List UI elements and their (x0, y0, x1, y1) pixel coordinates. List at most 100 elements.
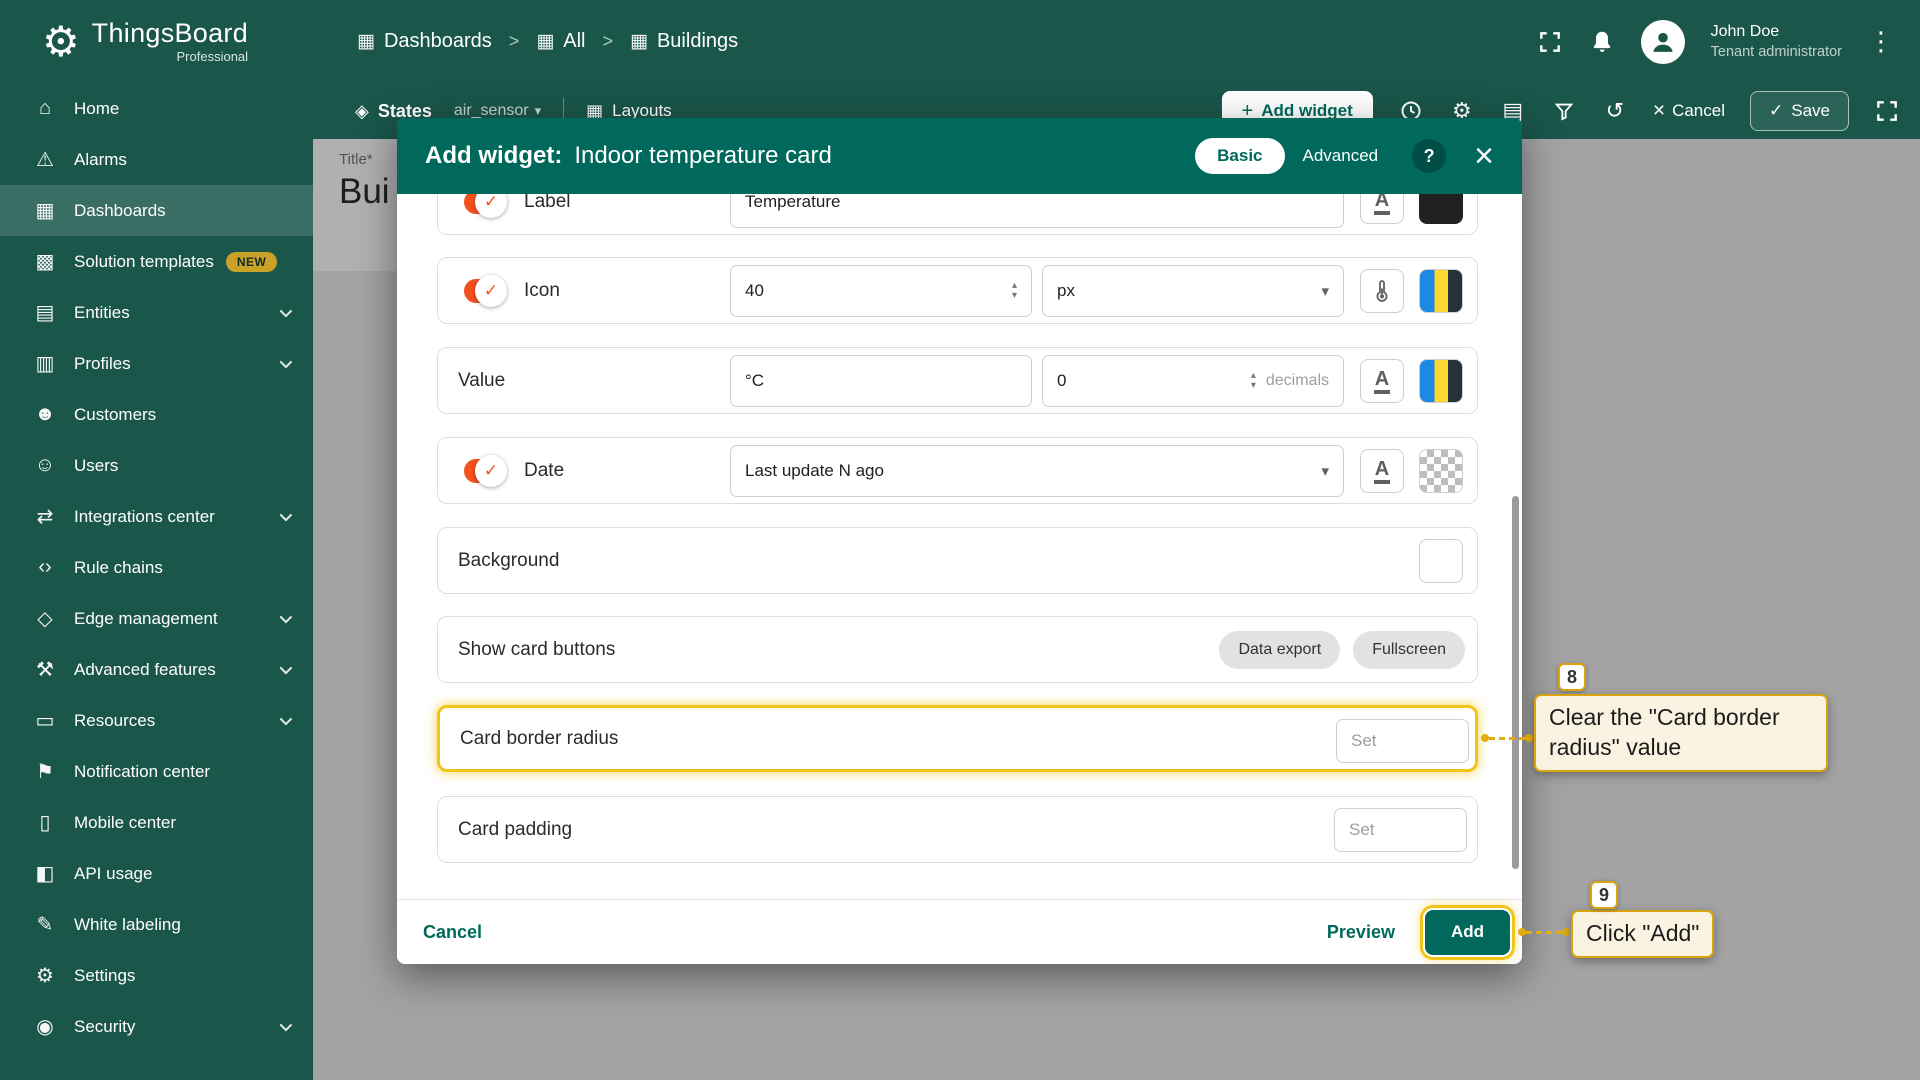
sidebar-item-customers[interactable]: ☻ Customers (0, 389, 313, 440)
user-role: Tenant administrator (1711, 43, 1842, 63)
date-format-select[interactable]: Last update N ago ▾ (730, 445, 1344, 497)
preview-button[interactable]: Preview (1327, 922, 1395, 943)
user-avatar[interactable] (1641, 20, 1685, 64)
notifications-bell-icon[interactable] (1589, 29, 1615, 55)
breadcrumb: ▦ Dashboards > ▦ All > ▦ Buildings (357, 30, 738, 53)
chevron-down-icon: ▾ (535, 103, 542, 119)
card-padding-row: Card padding Set (437, 796, 1478, 863)
check-icon: ✓ (1769, 101, 1783, 121)
sidebar-item-resources[interactable]: ▭ Resources (0, 695, 313, 746)
value-decimals-input[interactable]: 0 ▴▾ decimals (1042, 355, 1344, 407)
toggle-check-icon: ✓ (475, 194, 507, 218)
breadcrumb-dashboards[interactable]: ▦ Dashboards (357, 30, 492, 53)
fullscreen-icon[interactable] (1537, 29, 1563, 55)
label-color-swatch[interactable] (1419, 194, 1463, 224)
thermometer-icon (1370, 279, 1394, 303)
step9-connector-line (1518, 928, 1570, 936)
add-button[interactable]: Add (1425, 910, 1510, 955)
icon-settings-row: ✓ Icon 40 ▴▾ px ▾ (437, 257, 1478, 324)
background-color-swatch[interactable] (1419, 539, 1463, 583)
sidebar-item-alarms[interactable]: ⚠ Alarms (0, 134, 313, 185)
filters-icon[interactable] (1551, 100, 1577, 122)
step8-connector-line (1481, 734, 1533, 742)
format-text-icon: A (1374, 369, 1390, 394)
decimals-hint: decimals (1266, 372, 1329, 390)
integrations-icon: ⇄ (30, 504, 60, 529)
icon-size-unit-select[interactable]: px ▾ (1042, 265, 1344, 317)
chip-data-export[interactable]: Data export (1219, 631, 1340, 669)
icon-size-input[interactable]: 40 ▴▾ (730, 265, 1032, 317)
breadcrumb-all[interactable]: ▦ All (536, 30, 585, 53)
date-settings-row: ✓ Date Last update N ago ▾ A (437, 437, 1478, 504)
sidebar-item-solution-templates[interactable]: ▩ Solution templates NEW (0, 236, 313, 287)
toggle-check-icon: ✓ (475, 455, 507, 487)
sidebar-item-integrations-center[interactable]: ⇄ Integrations center (0, 491, 313, 542)
sidebar-item-home[interactable]: ⌂ Home (0, 83, 313, 134)
date-color-swatch-transparent[interactable] (1419, 449, 1463, 493)
close-dialog-icon[interactable]: × (1474, 139, 1494, 173)
sidebar-item-white-labeling[interactable]: ✎ White labeling (0, 899, 313, 950)
stepper-icon[interactable]: ▴▾ (1251, 371, 1256, 392)
cancel-button[interactable]: Cancel (423, 922, 482, 943)
version-history-icon[interactable]: ↺ (1602, 98, 1628, 124)
label-toggle[interactable]: ✓ (464, 194, 504, 214)
advanced-icon: ⚒ (30, 657, 60, 682)
card-border-radius-input[interactable]: Set (1336, 719, 1469, 763)
api-icon: ◧ (30, 861, 60, 886)
home-icon: ⌂ (30, 97, 60, 120)
customers-icon: ☻ (30, 403, 60, 426)
settings-icon: ⚙ (30, 963, 60, 988)
value-units-input[interactable]: °C (730, 355, 1032, 407)
chevron-down-icon (280, 509, 293, 522)
chevron-down-icon (280, 713, 293, 726)
sidebar-item-settings[interactable]: ⚙ Settings (0, 950, 313, 1001)
card-padding-input[interactable]: Set (1334, 808, 1467, 852)
label-font-settings-button[interactable]: A (1360, 194, 1404, 224)
value-color-swatch[interactable] (1419, 359, 1463, 403)
dialog-scrollbar-thumb[interactable] (1512, 496, 1519, 869)
sidebar-item-dashboards[interactable]: ▦ Dashboards (0, 185, 313, 236)
breadcrumb-buildings[interactable]: ▦ Buildings (630, 30, 738, 53)
icon-picker-button[interactable] (1360, 269, 1404, 313)
notifications-icon: ⚑ (30, 759, 60, 784)
header-actions: John Doe Tenant administrator ⋮ (1537, 20, 1920, 64)
white-labeling-icon: ✎ (30, 912, 60, 937)
resources-icon: ▭ (30, 708, 60, 733)
sidebar-item-edge-management[interactable]: ◇ Edge management (0, 593, 313, 644)
dialog-title-widget-name: Indoor temperature card (574, 142, 831, 170)
chip-fullscreen[interactable]: Fullscreen (1353, 631, 1465, 669)
new-badge: NEW (226, 252, 278, 272)
chevron-down-icon (280, 611, 293, 624)
label-text-input[interactable]: Temperature (730, 194, 1344, 228)
sidebar-item-mobile-center[interactable]: ▯ Mobile center (0, 797, 313, 848)
stepper-icon[interactable]: ▴▾ (1012, 281, 1017, 302)
sidebar-menu: ⌂ Home ⚠ Alarms ▦ Dashboards ▩ Solution … (0, 83, 313, 1080)
top-header-bar: ⚙ ThingsBoard Professional ▦ Dashboards … (0, 0, 1920, 83)
save-dashboard-button[interactable]: ✓ Save (1750, 91, 1849, 131)
date-font-settings-button[interactable]: A (1360, 449, 1404, 493)
sidebar-item-users[interactable]: ☺ Users (0, 440, 313, 491)
icon-color-swatch[interactable] (1419, 269, 1463, 313)
security-icon: ◉ (30, 1014, 60, 1039)
value-font-settings-button[interactable]: A (1360, 359, 1404, 403)
sidebar-item-api-usage[interactable]: ◧ API usage (0, 848, 313, 899)
tab-basic[interactable]: Basic (1195, 138, 1284, 174)
card-border-radius-row: Card border radius Set (437, 705, 1478, 772)
sidebar-item-notification-center[interactable]: ⚑ Notification center (0, 746, 313, 797)
card-buttons-row: Show card buttons Data export Fullscreen (437, 616, 1478, 683)
kebab-menu-icon[interactable]: ⋮ (1868, 26, 1894, 57)
date-toggle[interactable]: ✓ (464, 459, 504, 483)
tab-advanced[interactable]: Advanced (1303, 146, 1379, 166)
icon-toggle[interactable]: ✓ (464, 279, 504, 303)
expand-fullscreen-icon[interactable] (1874, 98, 1900, 124)
cancel-edit-button[interactable]: × Cancel (1653, 99, 1725, 123)
sidebar-item-security[interactable]: ◉ Security (0, 1001, 313, 1052)
chevron-down-icon: ▾ (1321, 282, 1329, 300)
sidebar-item-profiles[interactable]: ▥ Profiles (0, 338, 313, 389)
solution-templates-icon: ▩ (30, 249, 60, 274)
step9-number-badge: 9 (1590, 881, 1618, 909)
sidebar-item-rule-chains[interactable]: ‹› Rule chains (0, 542, 313, 593)
sidebar-item-entities[interactable]: ▤ Entities (0, 287, 313, 338)
sidebar-item-advanced-features[interactable]: ⚒ Advanced features (0, 644, 313, 695)
help-icon[interactable]: ? (1412, 139, 1446, 173)
